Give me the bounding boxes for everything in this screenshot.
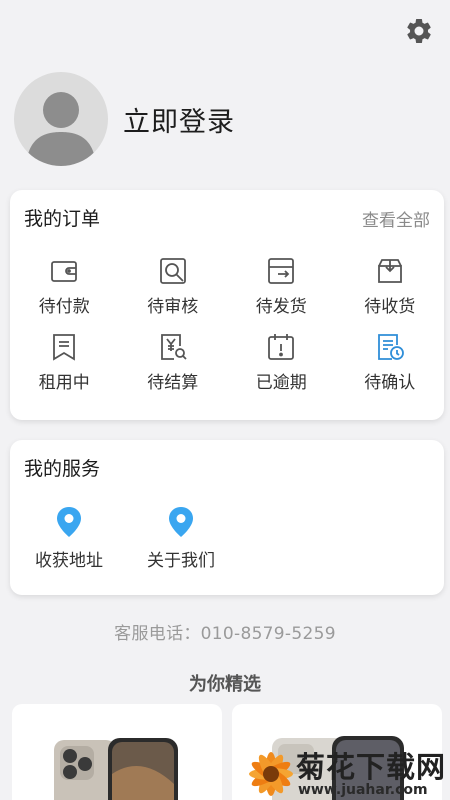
recommend-title: 为你精选	[189, 674, 261, 695]
receive-box-icon	[377, 259, 402, 283]
watermark-url: www.juahar.com	[298, 782, 428, 798]
settle-icon	[160, 334, 187, 360]
avatar-icon[interactable]	[14, 72, 108, 166]
service-shipping-address[interactable]: 收获地址	[16, 506, 122, 571]
order-pending-shipment[interactable]: 待发货	[227, 256, 336, 332]
hotline-number[interactable]: 010-8579-5259	[201, 624, 336, 644]
order-overdue[interactable]: 已逾期	[227, 332, 336, 408]
orders-title: 我的订单	[24, 208, 101, 230]
bookmark-icon	[53, 334, 76, 361]
order-row: 租用中 待结算 已逾期 待确认	[10, 332, 444, 408]
order-pending-settlement[interactable]: 待结算	[119, 332, 228, 408]
order-renting[interactable]: 租用中	[10, 332, 119, 408]
my-services-card: 我的服务 收获地址 关于我们	[10, 440, 444, 595]
order-item-label: 租用中	[38, 373, 90, 393]
order-item-label: 待审核	[147, 297, 199, 317]
settings-gear-icon[interactable]	[404, 16, 434, 46]
customer-service-hotline[interactable]: 客服电话：010-8579-5259	[0, 619, 450, 644]
order-pending-review[interactable]: 待审核	[119, 256, 228, 332]
order-item-label: 待发货	[255, 297, 307, 317]
profile-header[interactable]: 立即登录	[14, 72, 235, 166]
location-pin-icon	[57, 507, 81, 537]
order-item-label: 已逾期	[255, 373, 307, 393]
my-orders-card: 我的订单 查看全部 待付款 待审核 待发货 待收货 租用中 待结算 已逾期 待确…	[10, 190, 444, 420]
view-all-orders-link[interactable]: 查看全部	[362, 206, 430, 231]
calendar-alert-icon	[268, 334, 295, 360]
order-item-label: 待结算	[147, 373, 199, 393]
phone-image	[54, 738, 178, 800]
order-status-grid: 待付款 待审核 待发货 待收货 租用中 待结算 已逾期 待确认	[10, 256, 444, 408]
location-pin-icon	[169, 507, 193, 537]
order-item-label: 待确认	[364, 373, 416, 393]
order-row: 待付款 待审核 待发货 待收货	[10, 256, 444, 332]
site-watermark: 菊花下载网 www.juahar.com	[244, 744, 450, 800]
order-item-label: 待收货	[364, 297, 416, 317]
order-pending-payment[interactable]: 待付款	[10, 256, 119, 332]
order-pending-confirm[interactable]: 待确认	[336, 332, 445, 408]
review-icon	[159, 258, 186, 284]
product-card[interactable]	[12, 704, 222, 800]
flower-logo-icon	[249, 752, 293, 796]
service-label: 关于我们	[147, 551, 215, 571]
service-about-us[interactable]: 关于我们	[128, 506, 234, 571]
hotline-label: 客服电话：	[114, 624, 201, 644]
wallet-icon	[51, 261, 78, 282]
services-row: 收获地址 关于我们	[10, 506, 234, 571]
service-label: 收获地址	[35, 551, 103, 571]
watermark-title: 菊花下载网	[296, 750, 447, 784]
order-pending-receipt[interactable]: 待收货	[336, 256, 445, 332]
order-item-label: 待付款	[38, 297, 90, 317]
ship-icon	[268, 258, 295, 284]
services-title: 我的服务	[24, 458, 101, 480]
login-link[interactable]: 立即登录	[123, 100, 235, 139]
confirm-doc-icon	[377, 334, 404, 360]
